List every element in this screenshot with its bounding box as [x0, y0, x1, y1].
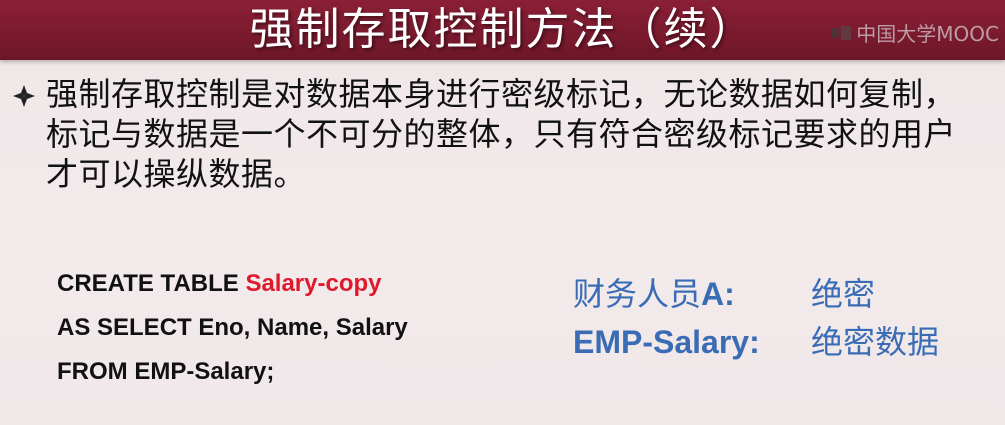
code-table-name: Salary-copy [245, 270, 382, 297]
info-row-table: EMP-Salary: 绝密数据 [573, 318, 939, 366]
sql-code-block: CREATE TABLE Salary-copy AS SELECT Eno, … [57, 262, 408, 394]
table-label: EMP-Salary: [573, 324, 760, 360]
mooc-logo-icon [832, 25, 852, 40]
title-bar: 强制存取控制方法（续） 中国大学MOOC [0, 0, 1005, 60]
bullet-paragraph: 强制存取控制是对数据本身进行密级标记，无论数据如何复制，标记与数据是一个不可分的… [46, 75, 957, 193]
code-create-table: CREATE TABLE [57, 270, 246, 297]
watermark-text: 中国大学MOOC [856, 22, 999, 46]
bullet-point: 强制存取控制是对数据本身进行密级标记，无论数据如何复制，标记与数据是一个不可分的… [12, 74, 987, 194]
info-row-staff: 财务人员A: 绝密 [573, 270, 939, 318]
code-line-1: CREATE TABLE Salary-copy [57, 262, 408, 306]
code-line-2: AS SELECT Eno, Name, Salary [57, 314, 408, 341]
diamond-bullet-icon [13, 85, 35, 107]
staff-label: 财务人员A: [573, 275, 735, 313]
code-line-3: FROM EMP-Salary; [57, 358, 275, 385]
staff-level: 绝密 [811, 275, 876, 313]
security-labels: 财务人员A: 绝密 EMP-Salary: 绝密数据 [573, 270, 939, 366]
table-level: 绝密数据 [811, 323, 940, 361]
mooc-watermark: 中国大学MOOC [832, 18, 999, 47]
